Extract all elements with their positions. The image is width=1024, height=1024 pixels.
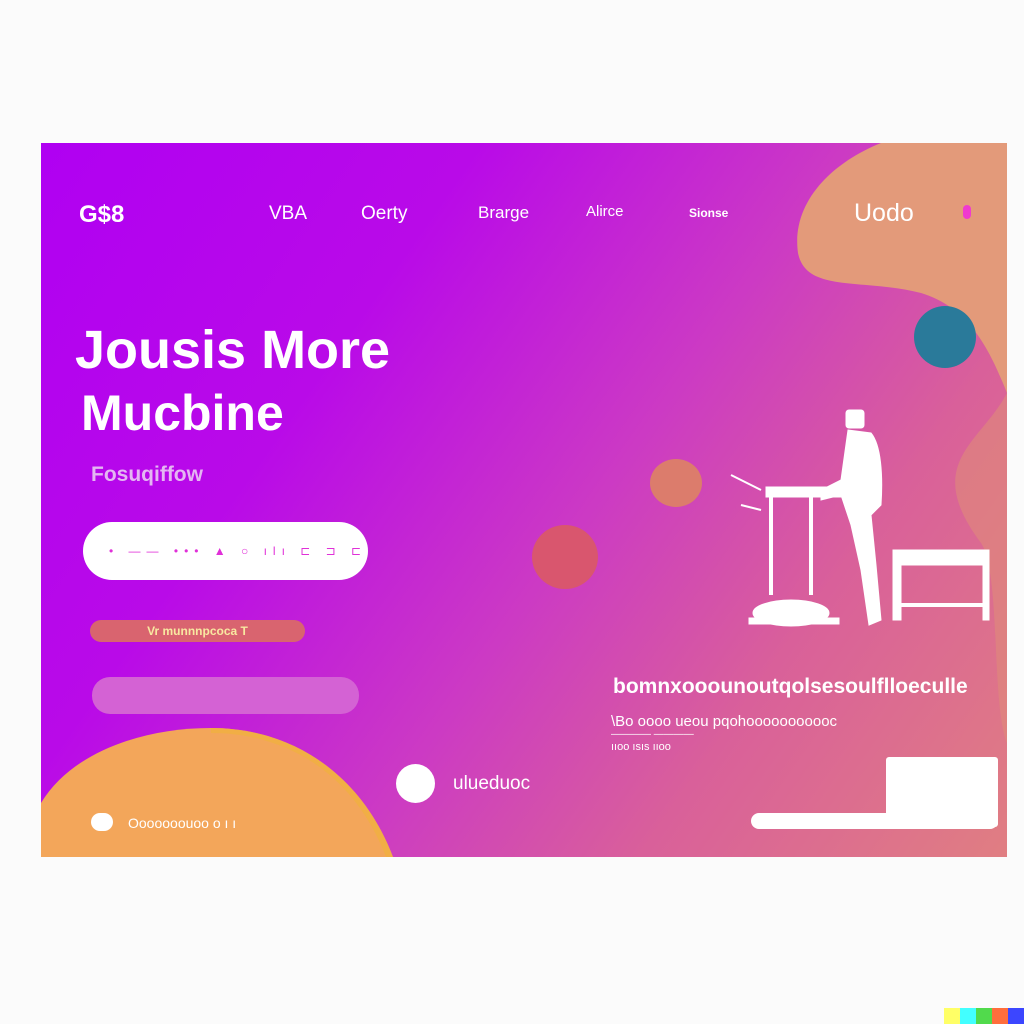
cta-label: Vr munnnpcoca T — [147, 624, 248, 638]
person-at-desk-illustration — [730, 409, 990, 627]
laptop-base — [751, 813, 998, 829]
badge-text: ulueduoc — [453, 773, 531, 794]
hero-title-line1: Jousis More — [75, 320, 391, 380]
watermark — [944, 1008, 1024, 1024]
orange-circle — [650, 459, 702, 507]
feature-description-2: ———— ———— — [611, 729, 694, 740]
hero-title-line2: Mucbine — [81, 385, 284, 441]
feature-description-1: \Bo oooo ueou pqohooooooooooc — [611, 713, 838, 730]
top-right-blob — [797, 143, 1007, 393]
email-input[interactable] — [92, 677, 359, 714]
red-circle — [532, 525, 598, 589]
nav-item-2[interactable]: Oerty — [361, 203, 407, 225]
feature-heading: bomnxooounoutqolsesoulflloeculle — [613, 675, 968, 698]
menu-icon[interactable] — [963, 205, 971, 219]
cta-button[interactable]: Vr munnnpcoca T — [90, 620, 305, 642]
hero-subtitle: Fosuqiffow — [91, 463, 203, 486]
nav-item-1[interactable]: VBA — [269, 203, 307, 225]
bottom-left-blob — [41, 728, 393, 857]
nav-item-4[interactable]: Alirce — [586, 203, 624, 220]
chat-icon[interactable] — [91, 813, 113, 831]
search-placeholder: • —— ••• ▲ ○ ılı ⊏ ⊐ ⊏ — [109, 544, 368, 558]
teal-circle — [914, 306, 976, 368]
nav-item-5[interactable]: Sionse — [689, 206, 728, 220]
hero-banner: G$8 VBA Oerty Brarge Alirce Sionse Uodo … — [41, 143, 1007, 857]
nav-item-3[interactable]: Brarge — [478, 203, 529, 223]
badge-icon — [396, 764, 435, 803]
footer-text: Ooooooouoo o ı ı — [128, 815, 237, 831]
feature-description-3: ııoo ısıs ııoo — [611, 741, 671, 753]
logo[interactable]: G$8 — [79, 201, 124, 229]
search-input[interactable]: • —— ••• ▲ ○ ılı ⊏ ⊐ ⊏ — [83, 522, 368, 580]
login-link[interactable]: Uodo — [854, 199, 914, 228]
